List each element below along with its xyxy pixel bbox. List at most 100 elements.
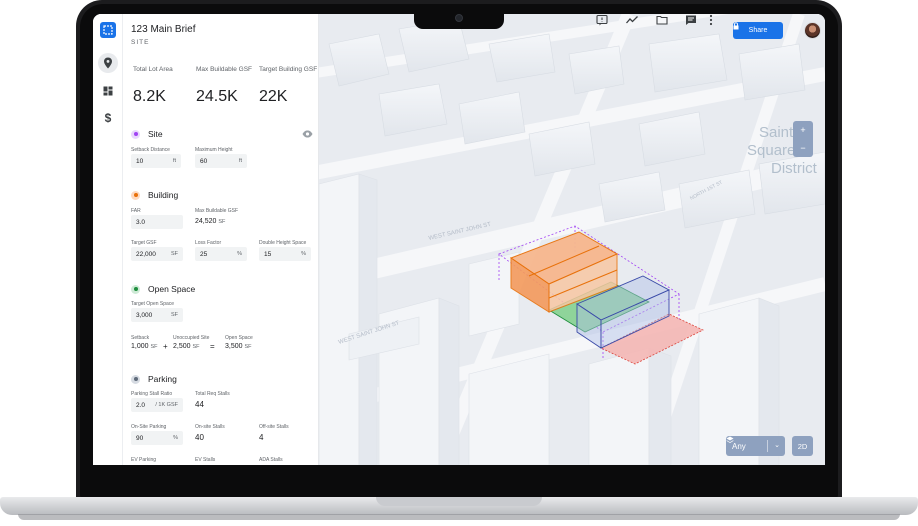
double-height-space-input[interactable]: 15% bbox=[259, 247, 311, 261]
user-avatar[interactable] bbox=[804, 22, 821, 39]
kpi-label: Total Lot Area bbox=[133, 66, 173, 73]
field-value: 22,000 bbox=[136, 250, 156, 258]
kpi-value: 24.5K bbox=[196, 88, 238, 105]
rail-dashboard-button[interactable] bbox=[98, 81, 118, 101]
section-parking-header[interactable]: Parking bbox=[131, 374, 177, 384]
layer-filter-dropdown[interactable]: Any ⌄ bbox=[726, 436, 785, 456]
field-unit: SF bbox=[150, 344, 158, 350]
kpi-value: 8.2K bbox=[133, 88, 166, 105]
dollar-icon: $ bbox=[104, 111, 112, 125]
field-unit: SF bbox=[244, 344, 252, 350]
maximum-height-input[interactable]: 60 ft bbox=[195, 154, 247, 168]
total-req-stalls-value: 44 bbox=[195, 400, 204, 409]
setback-distance-input[interactable]: 10 ft bbox=[131, 154, 181, 168]
app-logo-button[interactable] bbox=[100, 22, 116, 38]
more-vert-icon[interactable] bbox=[709, 14, 713, 26]
loss-factor-input[interactable]: 25% bbox=[195, 247, 247, 261]
zoom-out-button[interactable]: − bbox=[793, 139, 813, 157]
field-value: 10 bbox=[136, 157, 144, 165]
unoccupied-site-label: Unoccupied Site bbox=[173, 335, 210, 341]
field-value: 60 bbox=[200, 157, 208, 165]
field-value: 24,520 bbox=[195, 218, 217, 225]
section-site-header[interactable]: Site bbox=[131, 129, 163, 139]
ev-stalls-label: EV Stalls bbox=[195, 457, 216, 463]
left-rail: $ bbox=[93, 14, 123, 465]
loss-factor-label: Loss Factor bbox=[195, 240, 222, 246]
field-value: 3,500 bbox=[225, 343, 243, 350]
field-unit: % bbox=[237, 251, 242, 257]
section-title: Building bbox=[148, 190, 179, 200]
parking-stall-ratio-input[interactable]: 2.0 / 1K GSF bbox=[131, 398, 183, 412]
off-site-stalls-value: 4 bbox=[259, 433, 264, 442]
open-setback-value: 1,000 SF bbox=[131, 343, 158, 350]
zoom-controls: + − bbox=[793, 121, 813, 157]
map-3d-view[interactable]: WEST SAINT JOHN ST WEST SAINT JOHN ST NO… bbox=[319, 14, 825, 465]
laptop-base-shadow bbox=[18, 514, 900, 520]
folder-icon[interactable] bbox=[656, 14, 668, 26]
ada-stalls-label: ADA Stalls bbox=[259, 457, 283, 463]
zoom-in-button[interactable]: + bbox=[793, 121, 813, 139]
lock-icon bbox=[733, 22, 739, 30]
field-unit: SF bbox=[192, 344, 200, 350]
field-value: 3,000 bbox=[136, 311, 153, 319]
unoccupied-site-value: 2,500 SF bbox=[173, 343, 200, 350]
double-height-space-label: Double Height Space bbox=[259, 240, 307, 246]
kpi-max-buildable-gsf: Max Buildable GSF 24.5K bbox=[196, 66, 258, 106]
plus-operator: + bbox=[163, 342, 168, 351]
field-unit: % bbox=[173, 435, 178, 441]
field-unit: % bbox=[301, 251, 306, 257]
on-site-parking-input[interactable]: 90% bbox=[131, 431, 183, 445]
target-gsf-input[interactable]: 22,000 SF bbox=[131, 247, 183, 261]
section-title: Site bbox=[148, 129, 163, 139]
district-label: Saint bbox=[759, 124, 794, 141]
section-building-header[interactable]: Building bbox=[131, 190, 178, 200]
building-color-dot bbox=[131, 190, 140, 200]
visibility-eye-icon[interactable] bbox=[302, 130, 313, 138]
maximum-height-label: Maximum Height bbox=[195, 147, 233, 153]
laptop-base-cutout bbox=[376, 497, 542, 506]
section-title: Parking bbox=[148, 374, 177, 384]
report-icon[interactable] bbox=[596, 14, 608, 26]
rail-site-button[interactable] bbox=[98, 53, 118, 73]
far-input[interactable]: 3.0 bbox=[131, 215, 183, 229]
trend-icon[interactable] bbox=[626, 14, 638, 26]
on-site-stalls-value: 40 bbox=[195, 433, 204, 442]
field-value: 25 bbox=[200, 250, 208, 258]
on-site-parking-label: On-Site Parking bbox=[131, 424, 167, 430]
open-space-total-label: Open Space bbox=[225, 335, 253, 341]
parking-color-dot bbox=[131, 374, 140, 384]
max-buildable-gsf-value: 24,520 SF bbox=[195, 218, 225, 225]
max-buildable-gsf-label: Max Buildable GSF bbox=[195, 208, 239, 214]
field-unit: SF bbox=[218, 219, 226, 225]
field-unit: ft bbox=[238, 158, 242, 164]
brief-panel: 123 Main Brief SITE Total Lot Area 8.2K … bbox=[123, 14, 319, 465]
target-open-space-label: Target Open Space bbox=[131, 301, 175, 307]
camera-notch bbox=[414, 9, 504, 29]
open-space-total-value: 3,500 SF bbox=[225, 343, 252, 350]
setback-distance-label: Setback Distance bbox=[131, 147, 170, 153]
off-site-stalls-label: Off-site Stalls bbox=[259, 424, 289, 430]
camera-icon bbox=[455, 14, 463, 22]
share-label: Share bbox=[748, 27, 768, 34]
section-title: Open Space bbox=[148, 284, 196, 294]
parking-stall-ratio-label: Parking Stall Ratio bbox=[131, 391, 173, 397]
share-button[interactable]: Share bbox=[733, 22, 783, 39]
on-site-stalls-label: On-site Stalls bbox=[195, 424, 225, 430]
target-open-space-input[interactable]: 3,000 SF bbox=[131, 308, 183, 322]
view-mode-toggle[interactable]: 2D bbox=[792, 436, 813, 456]
open-setback-label: Setback bbox=[131, 335, 150, 341]
kpi-value: 22K bbox=[259, 88, 288, 105]
kpi-label: Max Buildable GSF bbox=[196, 66, 252, 73]
layers-icon bbox=[726, 436, 734, 443]
field-value: 2.0 bbox=[136, 401, 146, 409]
far-label: FAR bbox=[131, 208, 141, 214]
chevron-down-icon: ⌄ bbox=[774, 442, 780, 449]
rail-cost-button[interactable]: $ bbox=[98, 108, 118, 128]
kpi-total-lot-area: Total Lot Area 8.2K bbox=[133, 66, 195, 106]
section-open-space-header[interactable]: Open Space bbox=[131, 284, 195, 294]
field-unit: SF bbox=[170, 312, 178, 318]
field-value: 15 bbox=[264, 250, 272, 258]
map-canvas[interactable]: WEST SAINT JOHN ST WEST SAINT JOHN ST NO… bbox=[319, 14, 825, 465]
comment-icon[interactable] bbox=[685, 14, 697, 26]
location-pin-icon bbox=[104, 57, 112, 69]
